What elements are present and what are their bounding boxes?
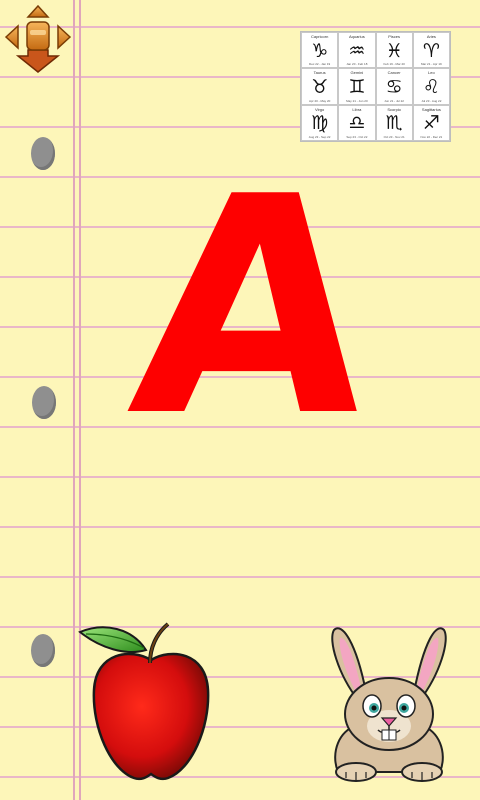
zodiac-sign-name: Leo [428,70,435,76]
zodiac-symbol-icon: ♌ [422,75,440,98]
zodiac-sign-name: Gemini [350,70,364,76]
zodiac-symbol-icon: ♑ [311,39,329,62]
zodiac-cell: Capricorn ♑ Dec 22 - Jan 19 [301,32,339,69]
zodiac-sign-name: Sagittarius [421,106,441,112]
zodiac-symbol-icon: ♈ [422,39,440,62]
zodiac-cell: Cancer ♋ Jun 21 - Jul 22 [375,68,413,105]
zodiac-symbol-icon: ♍ [311,112,329,135]
zodiac-symbol-icon: ♊ [348,75,366,98]
binder-hole [31,137,55,170]
zodiac-cell: Sagittarius ♐ Nov 22 - Dec 21 [412,104,450,141]
zodiac-sign-name: Virgo [314,106,325,112]
zodiac-sign-name: Capricorn [310,34,329,39]
zodiac-date-range: Jan 20 - Feb 18 [346,62,368,67]
zodiac-symbol-icon: ♎ [348,112,366,135]
bunny-icon[interactable] [316,622,462,782]
zodiac-symbol-icon: ♏ [385,112,403,135]
zodiac-symbol-icon: ♓ [385,39,403,62]
zodiac-date-range: May 21 - Jun 20 [346,98,368,103]
zodiac-date-range: Jun 21 - Jul 22 [384,98,404,103]
directional-pad-icon[interactable] [2,4,74,74]
zodiac-sign-name: Cancer [387,70,401,76]
zodiac-cell: Aries ♈ Mar 21 - Apr 19 [412,32,450,69]
binder-hole [32,386,56,419]
zodiac-symbol-icon: ♋ [385,75,403,98]
zodiac-date-range: Nov 22 - Dec 21 [420,134,443,139]
zodiac-symbol-icon: ♐ [422,112,440,135]
zodiac-date-range: Feb 19 - Mar 20 [383,62,405,67]
zodiac-date-range: Mar 21 - Apr 19 [421,62,442,67]
zodiac-cell: Gemini ♊ May 21 - Jun 20 [338,68,376,105]
binder-hole [31,634,55,667]
margin-line [73,0,75,800]
zodiac-symbol-icon: ♉ [311,75,329,98]
zodiac-sign-name: Aquarius [348,34,365,39]
zodiac-chart[interactable]: Capricorn ♑ Dec 22 - Jan 19 Aquarius ♒ Jan 20… [300,31,451,142]
zodiac-sign-name: Aries [426,34,436,39]
zodiac-cell: Leo ♌ Jul 23 - Aug 22 [412,68,450,105]
letter-display[interactable]: A [119,133,388,482]
zodiac-date-range: Apr 20 - May 20 [308,98,331,103]
zodiac-symbol-icon: ♒ [348,39,366,62]
zodiac-date-range: Jul 23 - Aug 22 [421,98,442,103]
zodiac-date-range: Dec 22 - Jan 19 [309,62,331,67]
zodiac-cell: Aquarius ♒ Jan 20 - Feb 18 [338,32,376,69]
zodiac-sign-name: Scorpio [387,106,401,112]
zodiac-sign-name: Libra [352,106,362,112]
zodiac-sign-name: Pisces [388,34,401,39]
zodiac-cell: Pisces ♓ Feb 19 - Mar 20 [375,32,413,69]
apple-icon[interactable] [76,620,226,785]
zodiac-sign-name: Taurus [313,70,326,76]
zodiac-cell: Taurus ♉ Apr 20 - May 20 [301,68,339,105]
